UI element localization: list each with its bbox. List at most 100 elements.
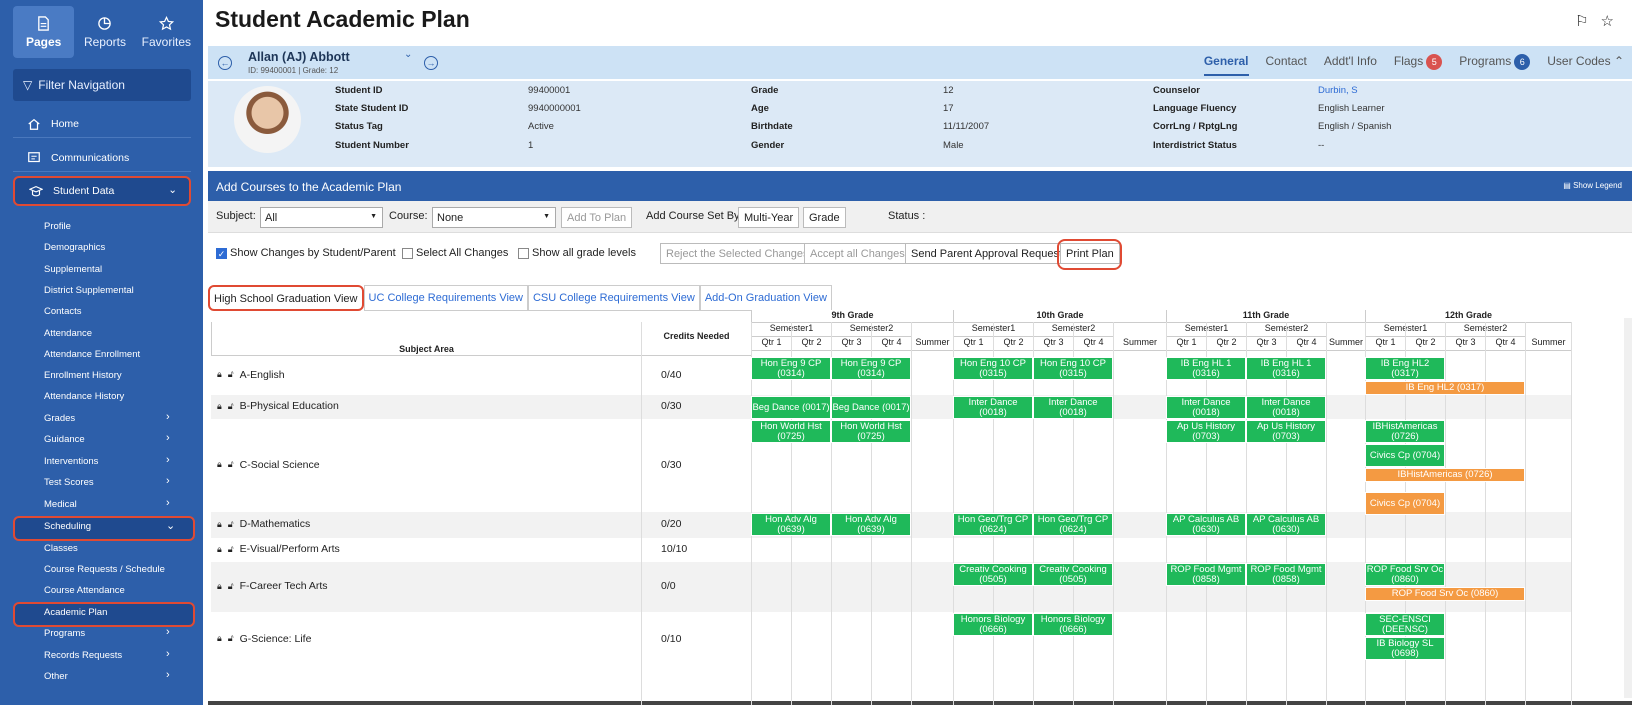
- sidebar-subitem-attendance-enrollment[interactable]: Attendance Enrollment: [44, 349, 140, 360]
- course-block[interactable]: IBHistAmericas (0726): [1365, 468, 1525, 482]
- sidebar-subitem-grades[interactable]: Grades: [44, 413, 75, 424]
- lock-icon[interactable]: 🔒︎: [217, 633, 222, 644]
- sidebar-subitem-interventions[interactable]: Interventions: [44, 456, 98, 467]
- course-block[interactable]: AP Calculus AB (0630): [1166, 513, 1246, 536]
- course-block[interactable]: Hon Eng 10 CP (0315): [953, 357, 1033, 380]
- show-legend-button[interactable]: ▤ Show Legend: [1563, 181, 1622, 190]
- course-block[interactable]: Hon World Hst (0725): [831, 420, 911, 443]
- course-block[interactable]: AP Calculus AB (0630): [1246, 513, 1326, 536]
- course-block[interactable]: Hon Eng 9 CP (0314): [831, 357, 911, 380]
- sidebar-subitem-course-requests-schedule[interactable]: Course Requests / Schedule: [44, 564, 165, 575]
- sidebar-subitem-scheduling[interactable]: Scheduling: [44, 521, 91, 532]
- tab-pages[interactable]: Pages: [13, 6, 75, 58]
- tab-user-codes[interactable]: User Codes ⌃: [1547, 54, 1624, 76]
- course-block[interactable]: Inter Dance (0018): [1246, 396, 1326, 419]
- course-block[interactable]: Inter Dance (0018): [953, 396, 1033, 419]
- sidebar-subitem-academic-plan[interactable]: Academic Plan: [44, 607, 107, 618]
- sidebar-subitem-contacts[interactable]: Contacts: [44, 306, 82, 317]
- course-block[interactable]: ROP Food Srv Oc (0860): [1365, 563, 1445, 586]
- sidebar-subitem-medical[interactable]: Medical: [44, 499, 77, 510]
- next-student-icon[interactable]: →: [424, 56, 438, 70]
- course-block[interactable]: IB Eng HL2 (0317): [1365, 357, 1445, 380]
- student-name[interactable]: Allan (AJ) Abbott: [248, 50, 350, 64]
- unlock-icon[interactable]: 🔓︎: [228, 633, 234, 644]
- course-block[interactable]: Hon Eng 10 CP (0315): [1033, 357, 1113, 380]
- course-block[interactable]: Creativ Cooking (0505): [953, 563, 1033, 586]
- nav-communications[interactable]: Communications: [13, 145, 191, 172]
- course-block[interactable]: ROP Food Mgmt (0858): [1166, 563, 1246, 586]
- show-changes-checkbox[interactable]: ✓ Show Changes by Student/Parent: [216, 247, 396, 259]
- course-block[interactable]: ROP Food Srv Oc (0860): [1365, 587, 1525, 601]
- filter-navigation[interactable]: ▽ Filter Navigation: [13, 69, 191, 101]
- show-all-grades-checkbox[interactable]: Show all grade levels: [518, 247, 636, 259]
- course-block[interactable]: Hon Geo/Trg CP (0624): [953, 513, 1033, 536]
- lock-icon[interactable]: 🔒︎: [217, 581, 222, 592]
- star-icon[interactable]: ☆: [1601, 12, 1614, 30]
- course-block[interactable]: IB Eng HL 1 (0316): [1166, 357, 1246, 380]
- sidebar-subitem-test-scores[interactable]: Test Scores: [44, 477, 94, 488]
- sidebar-subitem-enrollment-history[interactable]: Enrollment History: [44, 370, 122, 381]
- tab-addtl-info[interactable]: Addt'l Info: [1324, 54, 1377, 76]
- course-block[interactable]: Beg Dance (0017): [751, 396, 831, 419]
- tab-general[interactable]: General: [1203, 54, 1249, 76]
- sidebar-subitem-guidance[interactable]: Guidance: [44, 434, 85, 445]
- course-block[interactable]: Civics Cp (0704): [1365, 444, 1445, 467]
- tab-high-school-graduation[interactable]: High School Graduation View: [208, 285, 364, 311]
- tab-csu-college[interactable]: CSU College Requirements View: [527, 285, 700, 311]
- nav-home[interactable]: Home: [13, 111, 191, 138]
- course-block[interactable]: Honors Biology (0666): [953, 613, 1033, 636]
- course-block[interactable]: IBHistAmericas (0726): [1365, 420, 1445, 443]
- lock-icon[interactable]: 🔒︎: [217, 544, 222, 555]
- info-value[interactable]: Durbin, S: [1318, 85, 1358, 96]
- course-block[interactable]: Hon World Hst (0725): [751, 420, 831, 443]
- sidebar-subitem-profile[interactable]: Profile: [44, 221, 71, 232]
- lock-icon[interactable]: 🔒︎: [217, 519, 222, 530]
- course-block[interactable]: Hon Eng 9 CP (0314): [751, 357, 831, 380]
- course-block[interactable]: Hon Adv Alg (0639): [831, 513, 911, 536]
- send-parent-approval-button[interactable]: Send Parent Approval Request: [905, 243, 1069, 264]
- reject-changes-button[interactable]: Reject the Selected Changes: [660, 243, 815, 264]
- course-block[interactable]: Honors Biology (0666): [1033, 613, 1113, 636]
- tab-contact[interactable]: Contact: [1266, 54, 1307, 76]
- tab-add-on-graduation[interactable]: Add-On Graduation View: [699, 285, 832, 311]
- sidebar-subitem-course-attendance[interactable]: Course Attendance: [44, 585, 125, 596]
- chevron-down-icon[interactable]: ⌄: [404, 49, 412, 60]
- select-all-changes-checkbox[interactable]: Select All Changes: [402, 247, 508, 259]
- course-block[interactable]: Hon Adv Alg (0639): [751, 513, 831, 536]
- course-select[interactable]: None: [432, 207, 556, 228]
- tab-programs[interactable]: Programs 6: [1459, 54, 1531, 76]
- unlock-icon[interactable]: 🔓︎: [228, 519, 234, 530]
- grade-button[interactable]: Grade: [803, 207, 846, 228]
- unlock-icon[interactable]: 🔓︎: [228, 369, 234, 380]
- course-block[interactable]: Inter Dance (0018): [1166, 396, 1246, 419]
- course-block[interactable]: IB Eng HL 1 (0316): [1246, 357, 1326, 380]
- flag-icon[interactable]: ⚐: [1575, 12, 1588, 30]
- previous-student-icon[interactable]: ←: [218, 56, 232, 70]
- course-block[interactable]: Creativ Cooking (0505): [1033, 563, 1113, 586]
- course-block[interactable]: ROP Food Mgmt (0858): [1246, 563, 1326, 586]
- lock-icon[interactable]: 🔒︎: [217, 401, 222, 412]
- subject-select[interactable]: All: [260, 207, 383, 228]
- course-block[interactable]: Ap Us History (0703): [1246, 420, 1326, 443]
- sidebar-subitem-classes[interactable]: Classes: [44, 543, 78, 554]
- sidebar-subitem-programs[interactable]: Programs: [44, 628, 85, 639]
- unlock-icon[interactable]: 🔓︎: [228, 581, 234, 592]
- sidebar-subitem-district-supplemental[interactable]: District Supplemental: [44, 285, 134, 296]
- add-to-plan-button[interactable]: Add To Plan: [561, 207, 633, 228]
- course-block[interactable]: Hon Geo/Trg CP (0624): [1033, 513, 1113, 536]
- course-block[interactable]: SEC-ENSCI (DEENSC): [1365, 613, 1445, 636]
- sidebar-subitem-attendance-history[interactable]: Attendance History: [44, 391, 124, 402]
- unlock-icon[interactable]: 🔓︎: [228, 459, 234, 470]
- course-block[interactable]: Ap Us History (0703): [1166, 420, 1246, 443]
- unlock-icon[interactable]: 🔓︎: [228, 401, 234, 412]
- unlock-icon[interactable]: 🔓︎: [228, 544, 234, 555]
- nav-student-data[interactable]: Student Data ⌄: [13, 176, 191, 206]
- lock-icon[interactable]: 🔒︎: [217, 369, 222, 380]
- course-block[interactable]: Civics Cp (0704): [1365, 492, 1445, 515]
- sidebar-subitem-other[interactable]: Other: [44, 671, 68, 682]
- multi-year-button[interactable]: Multi-Year: [738, 207, 800, 228]
- course-block[interactable]: IB Eng HL2 (0317): [1365, 381, 1525, 395]
- tab-flags[interactable]: Flags 5: [1394, 54, 1443, 76]
- accept-changes-button[interactable]: Accept all Changes: [804, 243, 911, 264]
- sidebar-subitem-attendance[interactable]: Attendance: [44, 328, 92, 339]
